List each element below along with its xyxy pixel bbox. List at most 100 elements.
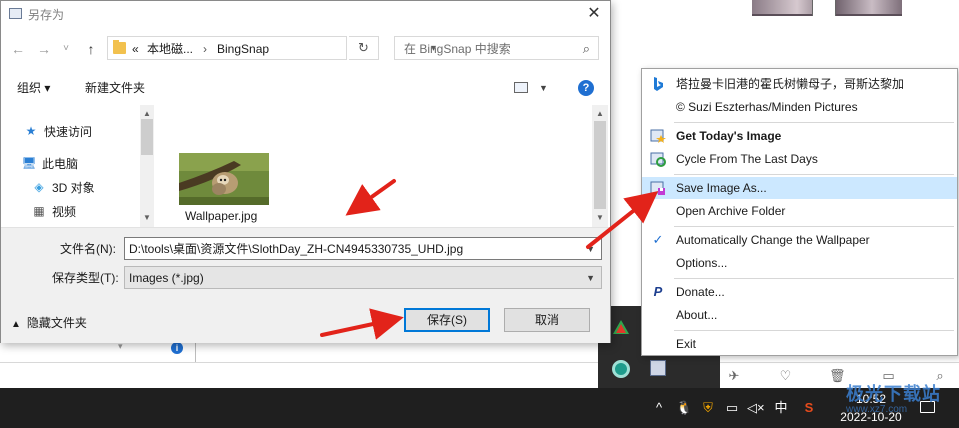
breadcrumb-local-disk[interactable]: 本地磁... bbox=[147, 41, 193, 57]
menu-separator bbox=[674, 278, 954, 279]
menu-item-open-archive[interactable]: Open Archive Folder bbox=[642, 200, 957, 222]
menu-item-cycle-last-days[interactable]: Cycle From The Last Days bbox=[642, 148, 957, 170]
search-input[interactable]: 在 BingSnap 中搜索 ⌕ bbox=[394, 36, 599, 60]
menu-item-label: 塔拉曼卡旧港的霍氏树懒母子，哥斯达黎加 bbox=[676, 77, 905, 91]
trash-icon[interactable]: 🗑 bbox=[829, 368, 846, 384]
menu-item-options[interactable]: Options... bbox=[642, 252, 957, 274]
background-column-divider bbox=[195, 340, 196, 362]
menu-item-copyright[interactable]: © Suzi Eszterhas/Minden Pictures bbox=[642, 96, 957, 118]
tray-app-circle-icon[interactable] bbox=[612, 360, 630, 378]
nav-item-label: 快速访问 bbox=[44, 124, 93, 139]
refresh-button[interactable]: ↻ bbox=[349, 36, 379, 60]
image-cycle-icon bbox=[650, 152, 666, 167]
breadcrumb-overflow[interactable]: « bbox=[132, 41, 139, 57]
filetype-value: Images (*.jpg) bbox=[129, 271, 204, 285]
background-image-strip-tile bbox=[812, 0, 836, 16]
nav-item-label: 视频 bbox=[52, 204, 77, 219]
close-button[interactable]: ✕ bbox=[578, 2, 610, 26]
scroll-up-icon[interactable]: ▲ bbox=[143, 109, 151, 119]
volume-mute-icon[interactable]: ◁× bbox=[747, 400, 765, 416]
rocket-icon[interactable]: ✈ bbox=[726, 368, 742, 384]
scroll-down-icon[interactable]: ▼ bbox=[143, 213, 151, 223]
tray-bingsnap-icon[interactable] bbox=[650, 360, 666, 376]
up-arrow-icon[interactable]: ↑ bbox=[82, 39, 100, 59]
forward-arrow-icon[interactable]: → bbox=[35, 39, 53, 59]
nav-item-label: 此电脑 bbox=[42, 156, 79, 171]
search-icon[interactable]: ⌕ bbox=[583, 41, 590, 57]
view-mode-icon[interactable] bbox=[514, 82, 528, 93]
chevron-up-icon: ▲ bbox=[11, 319, 21, 330]
menu-item-label: © Suzi Eszterhas/Minden Pictures bbox=[676, 100, 858, 114]
folder-icon bbox=[113, 40, 126, 54]
tray-expand-icon[interactable]: ^ bbox=[652, 400, 666, 416]
shield-icon[interactable]: ⛨ bbox=[700, 400, 716, 416]
filetype-dropdown-icon[interactable]: ▼ bbox=[586, 271, 595, 285]
scroll-up-icon[interactable]: ▲ bbox=[596, 109, 604, 119]
input-method-label[interactable]: 中 bbox=[773, 400, 789, 416]
menu-separator bbox=[674, 122, 954, 123]
background-info-icon: i bbox=[171, 342, 183, 354]
menu-item-label: Open Archive Folder bbox=[676, 204, 786, 218]
new-folder-button[interactable]: 新建文件夹 bbox=[85, 80, 145, 96]
star-pin-icon: ★ bbox=[25, 124, 37, 138]
background-divider bbox=[0, 362, 959, 363]
film-icon: ▦ bbox=[33, 204, 45, 218]
cube-icon: ◈ bbox=[34, 180, 44, 194]
help-icon[interactable]: ? bbox=[578, 80, 594, 96]
menu-item-about[interactable]: About... bbox=[642, 304, 957, 326]
back-arrow-icon[interactable]: ← bbox=[9, 39, 27, 59]
menu-separator bbox=[674, 226, 954, 227]
wallpaper-thumbnail[interactable] bbox=[179, 153, 269, 205]
save-button[interactable]: 保存(S) bbox=[404, 308, 490, 332]
dialog-titlebar[interactable]: 另存为 ✕ bbox=[1, 1, 610, 27]
tray-app-triangle-icon[interactable] bbox=[612, 318, 630, 336]
menu-item-label: Save Image As... bbox=[676, 181, 767, 195]
menu-item-auto-change-wallpaper[interactable]: ✓ Automatically Change the Wallpaper bbox=[642, 229, 957, 251]
hide-folders-toggle[interactable]: ▲ 隐藏文件夹 bbox=[11, 315, 87, 333]
network-icon[interactable]: ▭ bbox=[724, 400, 740, 416]
file-list-scroll-thumb[interactable] bbox=[594, 121, 606, 209]
menu-item-save-image-as[interactable]: Save Image As... bbox=[642, 177, 957, 199]
navigation-pane-scroll-thumb[interactable] bbox=[141, 119, 153, 155]
sogou-ime-icon[interactable]: S bbox=[800, 400, 818, 416]
bing-icon bbox=[654, 77, 663, 91]
menu-item-donate[interactable]: P Donate... bbox=[642, 281, 957, 303]
watermark-logo: 极光下载站 bbox=[846, 384, 941, 404]
nav-item-videos[interactable]: ▦ 视频 bbox=[31, 202, 76, 220]
save-image-icon bbox=[650, 181, 665, 195]
nav-item-label: 3D 对象 bbox=[52, 180, 95, 195]
dialog-image-icon bbox=[9, 8, 22, 19]
navigation-bar: ← → ˅ ↑ « 本地磁... › BingSnap ▾ ↻ 在 BingSn… bbox=[1, 35, 610, 63]
nav-item-quick-access[interactable]: ★ 快速访问 bbox=[23, 122, 92, 140]
file-name-label[interactable]: Wallpaper.jpg bbox=[185, 209, 257, 223]
taskbar: ^ 🐧 ⛨ ▭ ◁× 中 S 10:52 2022-10-20 bbox=[0, 388, 959, 428]
qq-penguin-icon[interactable]: 🐧 bbox=[676, 400, 692, 416]
menu-item-label: Options... bbox=[676, 256, 728, 270]
address-bar[interactable]: « 本地磁... › BingSnap ▾ bbox=[107, 36, 436, 60]
filename-label: 文件名(N): bbox=[60, 242, 116, 256]
save-as-dialog: 另存为 ✕ ← → ˅ ↑ « 本地磁... › BingSnap ▾ ↻ 在 … bbox=[0, 0, 611, 343]
filetype-select[interactable]: Images (*.jpg) ▼ bbox=[124, 266, 602, 289]
search-placeholder: 在 BingSnap 中搜索 bbox=[404, 42, 511, 56]
heart-icon[interactable]: ♡ bbox=[778, 368, 794, 384]
scroll-down-icon[interactable]: ▼ bbox=[596, 213, 604, 223]
menu-item-label: Exit bbox=[676, 337, 697, 351]
organize-button[interactable]: 组织 ▾ bbox=[17, 80, 50, 96]
filename-value: D:\tools\桌面\资源文件\SlothDay_ZH-CN494533073… bbox=[129, 242, 464, 256]
computer-icon: 🖥 bbox=[21, 156, 37, 170]
menu-item-exit[interactable]: Exit bbox=[642, 333, 957, 355]
breadcrumb-separator[interactable]: › bbox=[203, 41, 207, 57]
menu-item-image-title[interactable]: 塔拉曼卡旧港的霍氏树懒母子，哥斯达黎加 bbox=[642, 73, 957, 95]
cancel-button[interactable]: 取消 bbox=[504, 308, 590, 332]
view-dropdown-icon[interactable]: ▼ bbox=[539, 81, 548, 95]
menu-item-label: Cycle From The Last Days bbox=[676, 152, 818, 166]
filename-dropdown-icon[interactable]: ▼ bbox=[586, 242, 595, 256]
breadcrumb-bingsnap[interactable]: BingSnap bbox=[217, 41, 269, 57]
recent-locations-dropdown-icon[interactable]: ˅ bbox=[57, 39, 75, 59]
paypal-icon: P bbox=[653, 284, 663, 299]
menu-item-get-todays-image[interactable]: Get Today's Image bbox=[642, 125, 957, 147]
nav-item-3d-objects[interactable]: ◈ 3D 对象 bbox=[31, 178, 95, 196]
bingsnap-context-menu: 塔拉曼卡旧港的霍氏树懒母子，哥斯达黎加 © Suzi Eszterhas/Min… bbox=[641, 68, 958, 356]
filename-input[interactable]: D:\tools\桌面\资源文件\SlothDay_ZH-CN494533073… bbox=[124, 237, 602, 260]
nav-item-this-pc[interactable]: 🖥 此电脑 bbox=[21, 154, 78, 172]
